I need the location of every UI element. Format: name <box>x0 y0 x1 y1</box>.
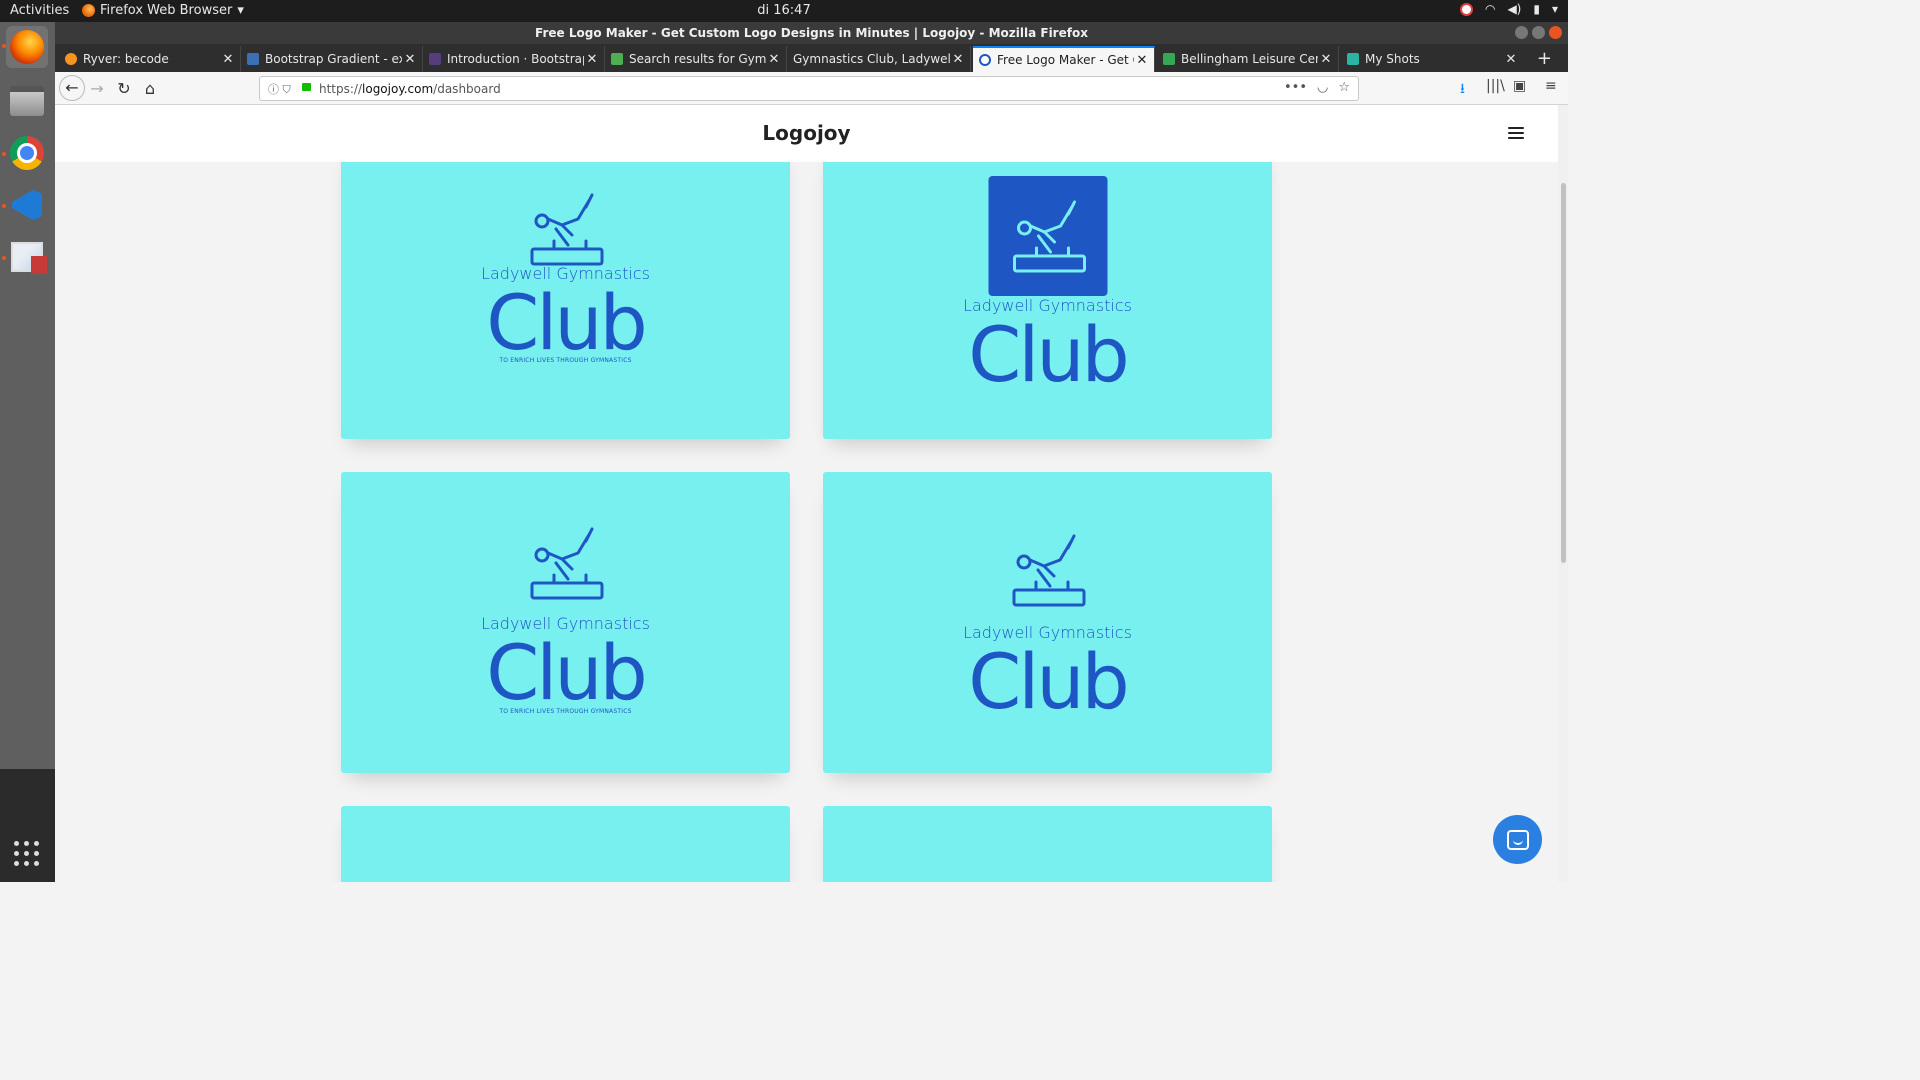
dock-files[interactable] <box>6 80 48 122</box>
tab-close-icon[interactable]: ✕ <box>1134 53 1150 68</box>
page-viewport: Logojoy Ladywell Gymnastics Club TO ENRI… <box>55 105 1558 882</box>
volume-icon: ◀) <box>1507 2 1522 16</box>
lock-icon <box>302 83 311 91</box>
system-tray[interactable]: ◠ ◀) ▮ ▾ <box>1459 2 1558 16</box>
dock-firefox[interactable] <box>6 26 48 68</box>
tab-close-icon[interactable]: ✕ <box>1503 52 1519 67</box>
alarm-icon <box>1459 2 1473 16</box>
files-icon <box>10 86 44 116</box>
show-applications-icon[interactable] <box>14 841 40 867</box>
bookmark-star-icon[interactable]: ☆ <box>1338 80 1350 95</box>
dock-vscode[interactable] <box>6 184 48 226</box>
close-window-button[interactable] <box>1549 26 1562 39</box>
logo-tagline: TO ENRICH LIVES THROUGH GYMNASTICS <box>499 708 632 715</box>
tab-close-icon[interactable]: ✕ <box>950 52 966 67</box>
activities-button[interactable]: Activities <box>10 3 69 18</box>
page-scrollbar[interactable] <box>1558 105 1568 882</box>
logo-line2: Club <box>968 637 1130 726</box>
hamburger-menu-icon[interactable] <box>1508 127 1524 139</box>
maximize-button[interactable] <box>1532 26 1545 39</box>
site-info-icon[interactable]: ⓘ ⛉ <box>268 81 291 97</box>
gymnast-pommel-icon <box>1012 200 1086 273</box>
tab-ryver[interactable]: Ryver: becode ✕ <box>59 46 241 72</box>
logo-card[interactable]: Ladywell Gymnastics Club TO ENRICH LIVES… <box>341 145 790 439</box>
url-text[interactable]: https://logojoy.com/dashboard <box>319 82 501 96</box>
logo-line2: Club <box>486 628 648 717</box>
vscode-icon <box>12 190 42 220</box>
logo-line2: Club <box>486 278 648 367</box>
caret-down-icon: ▾ <box>237 3 244 18</box>
logo-tagline: TO ENRICH LIVES THROUGH GYMNASTICS <box>499 357 632 364</box>
tab-favicon-icon <box>1347 53 1359 65</box>
tab-search-results[interactable]: Search results for Gymna ✕ <box>605 46 787 72</box>
tab-close-icon[interactable]: ✕ <box>1318 52 1334 67</box>
logo-card[interactable]: Ladywell Gymnastics Club TO ENRICH LIVES… <box>341 472 790 773</box>
logo-badge <box>988 176 1107 296</box>
logo-card[interactable]: Ladywell Gymnastics Club <box>823 472 1272 773</box>
tab-favicon-icon <box>429 53 441 65</box>
logo-card[interactable] <box>823 806 1272 882</box>
logo-card[interactable] <box>341 806 790 882</box>
image-viewer-icon <box>11 242 47 274</box>
tab-favicon-icon <box>65 53 77 65</box>
url-actions: ••• ◡ ☆ <box>1284 80 1350 95</box>
dock-chrome[interactable] <box>6 132 48 174</box>
window-title: Free Logo Maker - Get Custom Logo Design… <box>535 26 1088 40</box>
reload-icon[interactable]: ↻ <box>112 77 136 101</box>
back-icon[interactable]: ← <box>59 75 85 101</box>
system-menu-caret-icon: ▾ <box>1551 2 1558 16</box>
site-header: Logojoy <box>55 105 1558 162</box>
firefox-small-icon <box>82 4 95 17</box>
wifi-icon: ◠ <box>1484 2 1496 16</box>
chrome-icon <box>10 136 44 170</box>
app-menu[interactable]: Firefox Web Browser ▾ <box>82 3 244 18</box>
tab-bootstrap-gradient[interactable]: Bootstrap Gradient - exa ✕ <box>241 46 423 72</box>
tab-gymnastics-club[interactable]: Gymnastics Club, Ladywell, ✕ <box>787 46 971 72</box>
gymnast-pommel-icon <box>530 527 603 600</box>
chat-launcher-button[interactable] <box>1493 815 1542 864</box>
tab-close-icon[interactable]: ✕ <box>402 52 418 67</box>
window-controls <box>1515 26 1562 39</box>
dock-image-viewer[interactable] <box>6 236 48 278</box>
site-logo[interactable]: Logojoy <box>762 121 850 145</box>
tab-favicon-icon <box>979 54 991 66</box>
battery-icon: ▮ <box>1533 2 1540 16</box>
tab-bellingham[interactable]: Bellingham Leisure Centr ✕ <box>1157 46 1339 72</box>
page-actions-icon[interactable]: ••• <box>1284 80 1307 95</box>
home-icon[interactable]: ⌂ <box>138 77 162 101</box>
system-top-bar: Activities Firefox Web Browser ▾ di 16:4… <box>0 0 1568 22</box>
url-bar[interactable]: ⓘ ⛉ https://logojoy.com/dashboard ••• ◡ … <box>259 76 1359 101</box>
gymnast-pommel-icon <box>530 193 603 266</box>
logo-line2: Club <box>968 310 1130 399</box>
downloads-icon[interactable]: ⭳ <box>1460 78 1465 102</box>
tab-close-icon[interactable]: ✕ <box>766 52 782 67</box>
forward-icon[interactable]: → <box>85 77 109 101</box>
minimize-button[interactable] <box>1515 26 1528 39</box>
tab-favicon-icon <box>611 53 623 65</box>
clock[interactable]: di 16:47 <box>757 3 810 18</box>
logo-card[interactable]: Ladywell Gymnastics Club <box>823 145 1272 439</box>
tab-bootstrap-intro[interactable]: Introduction · Bootstrap ✕ <box>423 46 605 72</box>
window-title-bar: Free Logo Maker - Get Custom Logo Design… <box>55 22 1568 44</box>
tab-logojoy-active[interactable]: Free Logo Maker - Get Cu ✕ <box>973 46 1155 72</box>
open-menu-icon[interactable]: ≡ <box>1545 78 1557 94</box>
sidebar-icon[interactable]: ▣ <box>1513 78 1526 94</box>
ubuntu-dock <box>0 22 55 882</box>
tab-my-shots[interactable]: My Shots ✕ <box>1341 46 1523 72</box>
tab-close-icon[interactable]: ✕ <box>584 52 600 67</box>
tab-favicon-icon <box>1163 53 1175 65</box>
intercom-chat-icon <box>1506 829 1529 850</box>
pocket-icon[interactable]: ◡ <box>1317 80 1328 95</box>
navigation-toolbar: ← → ↻ ⌂ ⓘ ⛉ https://logojoy.com/dashboar… <box>55 72 1568 105</box>
tab-close-icon[interactable]: ✕ <box>220 52 236 67</box>
tab-favicon-icon <box>247 53 259 65</box>
firefox-icon <box>10 30 44 64</box>
app-menu-label: Firefox Web Browser <box>100 3 233 18</box>
new-tab-icon[interactable]: + <box>1537 48 1552 69</box>
tab-strip: Ryver: becode ✕ Bootstrap Gradient - exa… <box>55 44 1568 72</box>
library-icon[interactable]: |||\ <box>1486 78 1505 94</box>
scrollbar-thumb[interactable] <box>1561 183 1566 563</box>
gymnast-pommel-icon <box>1012 534 1085 607</box>
